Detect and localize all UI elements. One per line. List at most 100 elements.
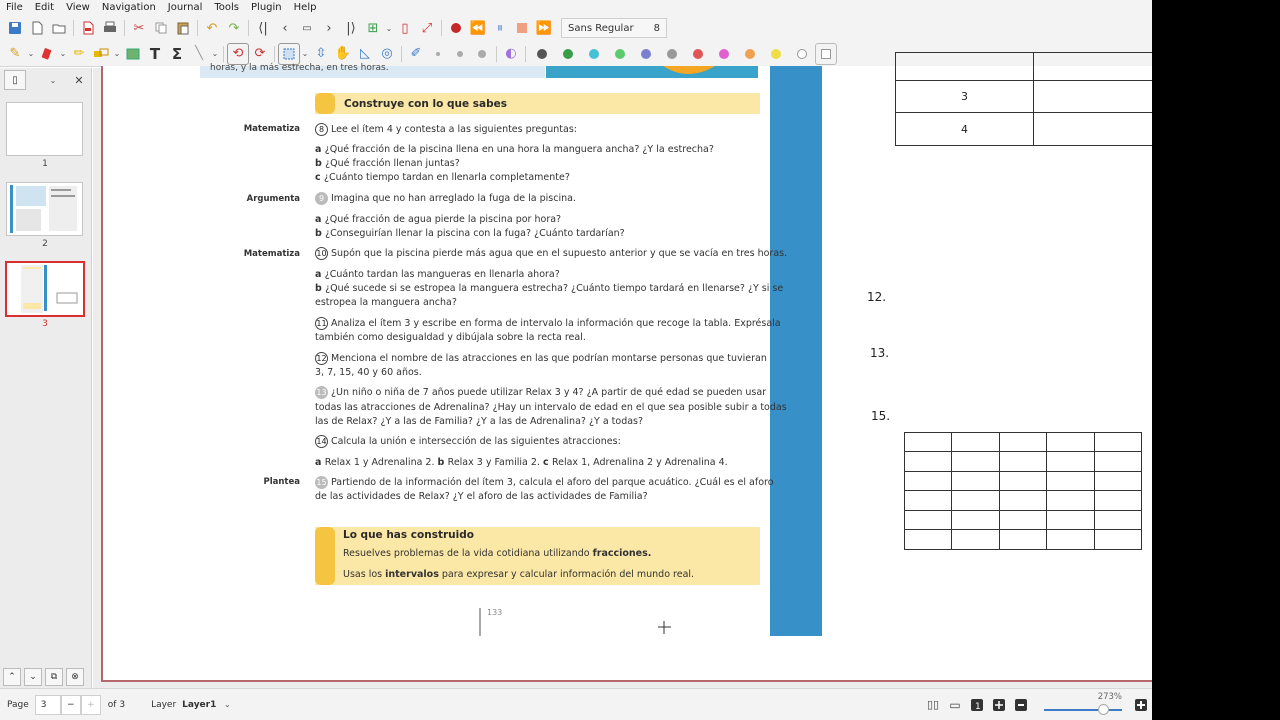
color-swatch[interactable] bbox=[745, 48, 755, 59]
color-swatch[interactable] bbox=[615, 48, 625, 59]
fast-forward-icon[interactable]: ⏩ bbox=[533, 17, 555, 39]
page-thumbnail-number: 2 bbox=[42, 239, 48, 249]
pen-icon[interactable]: ✎ bbox=[4, 43, 26, 65]
fullscreen-icon[interactable]: ⤢ bbox=[416, 17, 438, 39]
insert-page-icon[interactable]: ⊞ bbox=[362, 17, 384, 39]
stop-icon[interactable] bbox=[511, 17, 533, 39]
goto-page-icon[interactable]: ▭ bbox=[296, 17, 318, 39]
page-number-input[interactable]: 3 bbox=[34, 694, 61, 715]
chevron-down-icon[interactable]: ⌄ bbox=[222, 700, 232, 709]
zoom-in-icon[interactable] bbox=[1130, 694, 1152, 716]
document-canvas[interactable]: horas, y la más estrecha, en tres horas.… bbox=[93, 52, 1152, 688]
highlighter-icon[interactable]: ✏ bbox=[68, 43, 90, 65]
export-pdf-icon[interactable] bbox=[77, 17, 99, 39]
print-icon[interactable] bbox=[99, 17, 121, 39]
color-swatch[interactable] bbox=[641, 48, 651, 59]
custom-color-icon[interactable] bbox=[815, 42, 837, 65]
chevron-down-icon[interactable]: ⌄ bbox=[112, 49, 122, 58]
question-10b: b ¿Qué sucede si se estropea la manguera… bbox=[315, 283, 784, 294]
page-thumbnail-2[interactable] bbox=[6, 182, 83, 236]
zoom-slider-handle[interactable] bbox=[1098, 703, 1109, 715]
color-palette bbox=[529, 48, 815, 59]
color-swatch[interactable] bbox=[719, 48, 729, 59]
shape-icon[interactable] bbox=[90, 43, 112, 65]
chevron-down-icon[interactable]: ⌄ bbox=[384, 24, 394, 33]
medium-width-icon[interactable] bbox=[449, 43, 471, 65]
latex-icon[interactable]: Σ bbox=[166, 43, 188, 65]
color-swatch[interactable] bbox=[771, 48, 781, 59]
copy-icon[interactable] bbox=[150, 17, 172, 39]
delete-page-icon[interactable]: ⊗ bbox=[66, 668, 84, 686]
page-thumbnail-1[interactable] bbox=[6, 102, 83, 156]
color-swatch[interactable] bbox=[563, 48, 573, 59]
zoom-slider[interactable] bbox=[1044, 708, 1122, 711]
eraser-icon[interactable] bbox=[36, 43, 58, 65]
dual-page-icon[interactable]: ▯▯ bbox=[922, 694, 944, 716]
zoom-100-icon[interactable]: 1 bbox=[966, 694, 988, 716]
pause-icon[interactable]: ⏸ bbox=[489, 17, 511, 39]
color-swatch[interactable] bbox=[667, 48, 677, 59]
text-tool-icon[interactable]: T bbox=[144, 43, 166, 65]
menu-navigation[interactable]: Navigation bbox=[96, 2, 162, 13]
color-swatch[interactable] bbox=[693, 48, 703, 59]
image-icon[interactable] bbox=[122, 43, 144, 65]
menu-journal[interactable]: Journal bbox=[162, 2, 209, 13]
page-thumbnail-3[interactable] bbox=[5, 261, 85, 317]
question-8c: c ¿Cuánto tiempo tardan en llenarla comp… bbox=[315, 172, 570, 183]
presentation-icon[interactable]: ▭ bbox=[944, 694, 966, 716]
delete-page-icon[interactable]: ▯ bbox=[394, 17, 416, 39]
page-decrement-button[interactable]: − bbox=[60, 694, 81, 715]
save-icon[interactable] bbox=[4, 17, 26, 39]
new-document-icon[interactable] bbox=[26, 17, 48, 39]
default-tool-icon[interactable]: ✐ bbox=[405, 43, 427, 65]
redo-icon[interactable]: ↷ bbox=[223, 17, 245, 39]
zoom-fit-icon[interactable] bbox=[988, 694, 1010, 716]
close-icon[interactable]: ✕ bbox=[68, 69, 90, 91]
chevron-down-icon[interactable]: ⌄ bbox=[26, 49, 36, 58]
thick-width-icon[interactable] bbox=[471, 43, 493, 65]
question-11-cont: también como desigualdad y dibújala sobr… bbox=[315, 332, 586, 343]
last-page-icon[interactable]: |⟩ bbox=[340, 17, 362, 39]
rewind-icon[interactable]: ⏪ bbox=[467, 17, 489, 39]
question-text: Imagina que no han arreglado la fuga de … bbox=[331, 193, 576, 204]
sidebar-page-icon[interactable]: ▯ bbox=[4, 70, 26, 90]
zoom-out-icon[interactable] bbox=[1010, 694, 1032, 716]
line-icon[interactable]: ╲ bbox=[188, 43, 210, 65]
sidebar-header: ▯ ⌄ ✕ bbox=[0, 68, 91, 92]
undo-icon[interactable]: ↶ bbox=[201, 17, 223, 39]
menu-tools[interactable]: Tools bbox=[208, 2, 245, 13]
color-swatch[interactable] bbox=[797, 48, 807, 59]
page-preview-sidebar: ▯ ⌄ ✕ 1 2 3 ⌃ ⌄ ⧉ ⊗ bbox=[0, 68, 92, 688]
separator bbox=[274, 45, 275, 62]
color-swatch[interactable] bbox=[537, 48, 547, 59]
chevron-down-icon[interactable]: ⌄ bbox=[48, 76, 58, 85]
fine-width-icon[interactable] bbox=[427, 43, 449, 65]
page-number: 133 bbox=[487, 608, 503, 617]
color-swatch[interactable] bbox=[589, 48, 599, 59]
menu-plugin[interactable]: Plugin bbox=[245, 2, 288, 13]
move-up-icon[interactable]: ⌃ bbox=[3, 668, 21, 686]
paste-icon[interactable] bbox=[172, 17, 194, 39]
page-increment-button[interactable]: + bbox=[80, 694, 101, 715]
chevron-down-icon[interactable]: ⌄ bbox=[58, 49, 68, 58]
first-page-icon[interactable]: ⟨| bbox=[252, 17, 274, 39]
move-down-icon[interactable]: ⌄ bbox=[24, 668, 42, 686]
cut-icon[interactable]: ✂ bbox=[128, 17, 150, 39]
separator bbox=[124, 20, 125, 36]
copy-page-icon[interactable]: ⧉ bbox=[45, 668, 63, 686]
layer-selector[interactable]: Layer1 bbox=[182, 700, 216, 710]
chevron-down-icon[interactable]: ⌄ bbox=[210, 49, 220, 58]
font-selector[interactable]: Sans Regular 8 bbox=[561, 18, 667, 38]
record-icon[interactable] bbox=[445, 17, 467, 39]
previous-page-icon[interactable]: ‹ bbox=[274, 17, 296, 39]
next-page-icon[interactable]: › bbox=[318, 17, 340, 39]
menu-file[interactable]: File bbox=[0, 2, 29, 13]
fill-icon[interactable]: ◐ bbox=[500, 43, 522, 65]
document-page[interactable]: horas, y la más estrecha, en tres horas.… bbox=[101, 52, 1152, 682]
menu-help[interactable]: Help bbox=[288, 2, 323, 13]
menu-view[interactable]: View bbox=[60, 2, 96, 13]
section-heading: Construye con lo que sabes bbox=[344, 97, 507, 110]
menu-edit[interactable]: Edit bbox=[29, 2, 60, 13]
chevron-down-icon[interactable]: ⌄ bbox=[300, 49, 310, 58]
open-folder-icon[interactable] bbox=[48, 17, 70, 39]
